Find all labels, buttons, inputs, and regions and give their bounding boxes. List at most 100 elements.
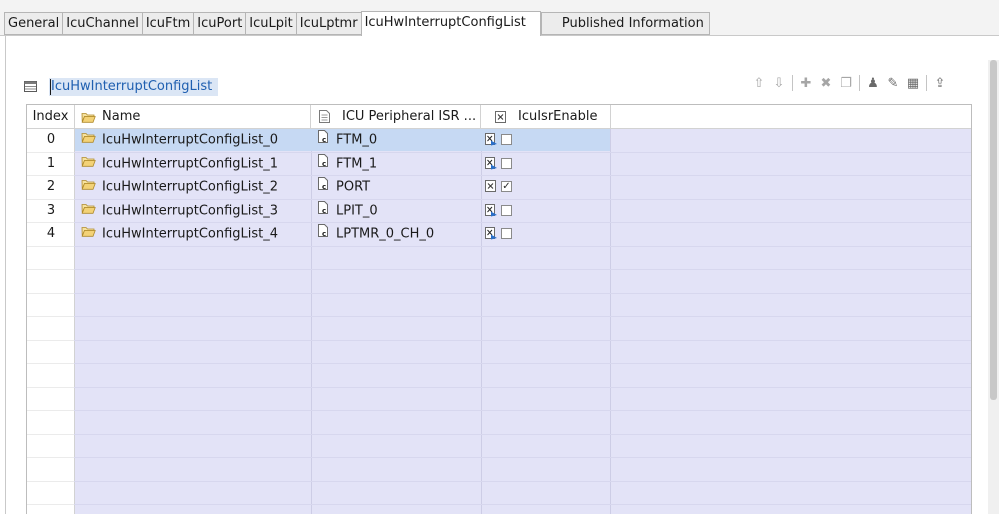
config-table: ^ Index Name ICU Peripheral ISR ... IcuI… (26, 104, 972, 514)
folder-icon (81, 223, 96, 245)
table-row[interactable]: 1 IcuHwInterruptConfigList_1 c FTM_1 (27, 153, 971, 176)
isr-enable-checkbox[interactable]: ✓ (501, 181, 512, 192)
scrollbar-thumb[interactable] (990, 60, 997, 400)
reference-icon: c (318, 129, 330, 151)
column-header-name[interactable]: Name (75, 105, 311, 128)
sort-indicator-icon: ^ (47, 105, 55, 112)
section-title: IcuHwInterruptConfigList (49, 78, 219, 96)
tab-icuhwinterruptconfiglist[interactable]: IcuHwInterruptConfigList (360, 11, 541, 36)
index-gridline (27, 481, 74, 482)
name-cell[interactable]: IcuHwInterruptConfigList_1 (81, 153, 278, 175)
folder-icon (81, 200, 96, 222)
name-cell[interactable]: IcuHwInterruptConfigList_2 (81, 176, 278, 198)
isr-text: FTM_0 (336, 132, 378, 148)
svg-text:c: c (322, 183, 326, 190)
arrow-down-icon[interactable]: ⇩ (770, 74, 788, 92)
name-cell[interactable]: IcuHwInterruptConfigList_3 (81, 200, 278, 222)
isr-enable-checkbox[interactable] (501, 134, 512, 145)
toolbar-separator (792, 75, 793, 91)
index-gridline (27, 269, 74, 270)
reference-icon: c (318, 176, 330, 198)
row-gridline (27, 246, 971, 247)
row-index: 3 (46, 203, 56, 218)
row-gridline (27, 504, 971, 505)
column-header-index[interactable]: ^ Index (27, 105, 75, 128)
default-value-icon (485, 133, 498, 150)
edit-icon[interactable]: ✎ (884, 74, 902, 92)
svg-text:c: c (322, 207, 326, 214)
row-gridline (27, 410, 971, 411)
row-gridline (27, 316, 971, 317)
arrow-up-icon[interactable]: ⇧ (750, 74, 768, 92)
column-header-isr[interactable]: ICU Peripheral ISR ... (311, 105, 481, 128)
isr-cell[interactable]: c LPIT_0 (318, 200, 378, 222)
isr-text: PORT (336, 179, 371, 195)
boolean-icon (495, 110, 506, 123)
isr-enable-checkbox[interactable] (501, 205, 512, 216)
row-gridline (27, 457, 971, 458)
copy-icon[interactable]: ❐ (837, 74, 855, 92)
tab-icuchannel[interactable]: IcuChannel (62, 12, 142, 35)
row-index: 1 (46, 156, 56, 171)
delete-icon[interactable]: ✖ (817, 74, 835, 92)
tab-iculpit[interactable]: IcuLpit (245, 12, 296, 35)
isr-cell[interactable]: c FTM_1 (318, 153, 377, 175)
table-row[interactable]: 2 IcuHwInterruptConfigList_2 c PORT ✓ (27, 176, 971, 199)
svg-text:c: c (322, 230, 326, 237)
name-text: IcuHwInterruptConfigList_4 (102, 226, 279, 242)
default-value-icon (485, 227, 498, 244)
isr-enable-checkbox[interactable] (501, 228, 512, 239)
row-gridline (27, 434, 971, 435)
index-gridline (27, 340, 74, 341)
row-gridline (27, 293, 971, 294)
reference-icon: c (318, 200, 330, 222)
tab-general[interactable]: General (4, 12, 63, 35)
row-gridline (27, 387, 971, 388)
table-row[interactable]: 3 IcuHwInterruptConfigList_3 c LPIT_0 (27, 200, 971, 223)
row-gridline (27, 481, 971, 482)
default-value-icon (485, 204, 498, 221)
tab-icuftm[interactable]: IcuFtm (141, 12, 194, 35)
name-cell[interactable]: IcuHwInterruptConfigList_4 (81, 223, 278, 245)
name-text: IcuHwInterruptConfigList_0 (102, 132, 279, 148)
tab-list: General IcuChannel IcuFtm IcuPort IcuLpit Icu… (4, 11, 710, 36)
reference-icon: c (318, 223, 330, 245)
row-gridline (27, 269, 971, 270)
document-icon (319, 110, 330, 123)
tab-published information[interactable]: Published Information (540, 12, 710, 35)
editor-tab-bar: General IcuChannel IcuFtm IcuPort IcuLpit Icu… (0, 0, 999, 36)
folder-icon (81, 153, 96, 175)
isr-cell[interactable]: c PORT (318, 176, 370, 198)
svg-text:c: c (322, 136, 326, 143)
table-row[interactable]: 0 IcuHwInterruptConfigList_0 c FTM_0 (27, 129, 971, 152)
edit-table-icon[interactable]: ▦ (904, 74, 922, 92)
isr-enable-checkbox[interactable] (501, 158, 512, 169)
toolbar-separator (859, 75, 860, 91)
row-gridline (27, 363, 971, 364)
folder-icon (81, 112, 96, 123)
column-header-enable[interactable]: IcuIsrEnable (481, 105, 611, 128)
isr-cell[interactable]: c LPTMR_0_CH_0 (318, 223, 434, 245)
name-text: IcuHwInterruptConfigList_3 (102, 203, 279, 219)
index-gridline (27, 316, 74, 317)
index-gridline (27, 457, 74, 458)
row-index: 2 (46, 179, 56, 194)
row-gridline (27, 340, 971, 341)
boolean-icon (485, 180, 496, 196)
tab-iculptmr[interactable]: IcuLptmr (295, 12, 361, 35)
table-row[interactable]: 4 IcuHwInterruptConfigList_4 c LPTMR_0_CH_0 (27, 223, 971, 246)
index-gridline (27, 246, 74, 247)
export-icon[interactable]: ⇪ (931, 74, 949, 92)
vertical-scrollbar[interactable] (988, 60, 999, 514)
reference-icon: c (318, 153, 330, 175)
index-gridline (27, 293, 74, 294)
add-icon[interactable]: ✚ (797, 74, 815, 92)
row-index: 4 (46, 226, 56, 241)
isr-cell[interactable]: c FTM_0 (318, 129, 377, 151)
user-icon[interactable]: ♟ (864, 74, 882, 92)
tab-icuport[interactable]: IcuPort (193, 12, 246, 35)
index-gridline (27, 410, 74, 411)
name-text: IcuHwInterruptConfigList_1 (102, 156, 279, 172)
folder-icon (81, 176, 96, 198)
name-cell[interactable]: IcuHwInterruptConfigList_0 (81, 129, 278, 151)
